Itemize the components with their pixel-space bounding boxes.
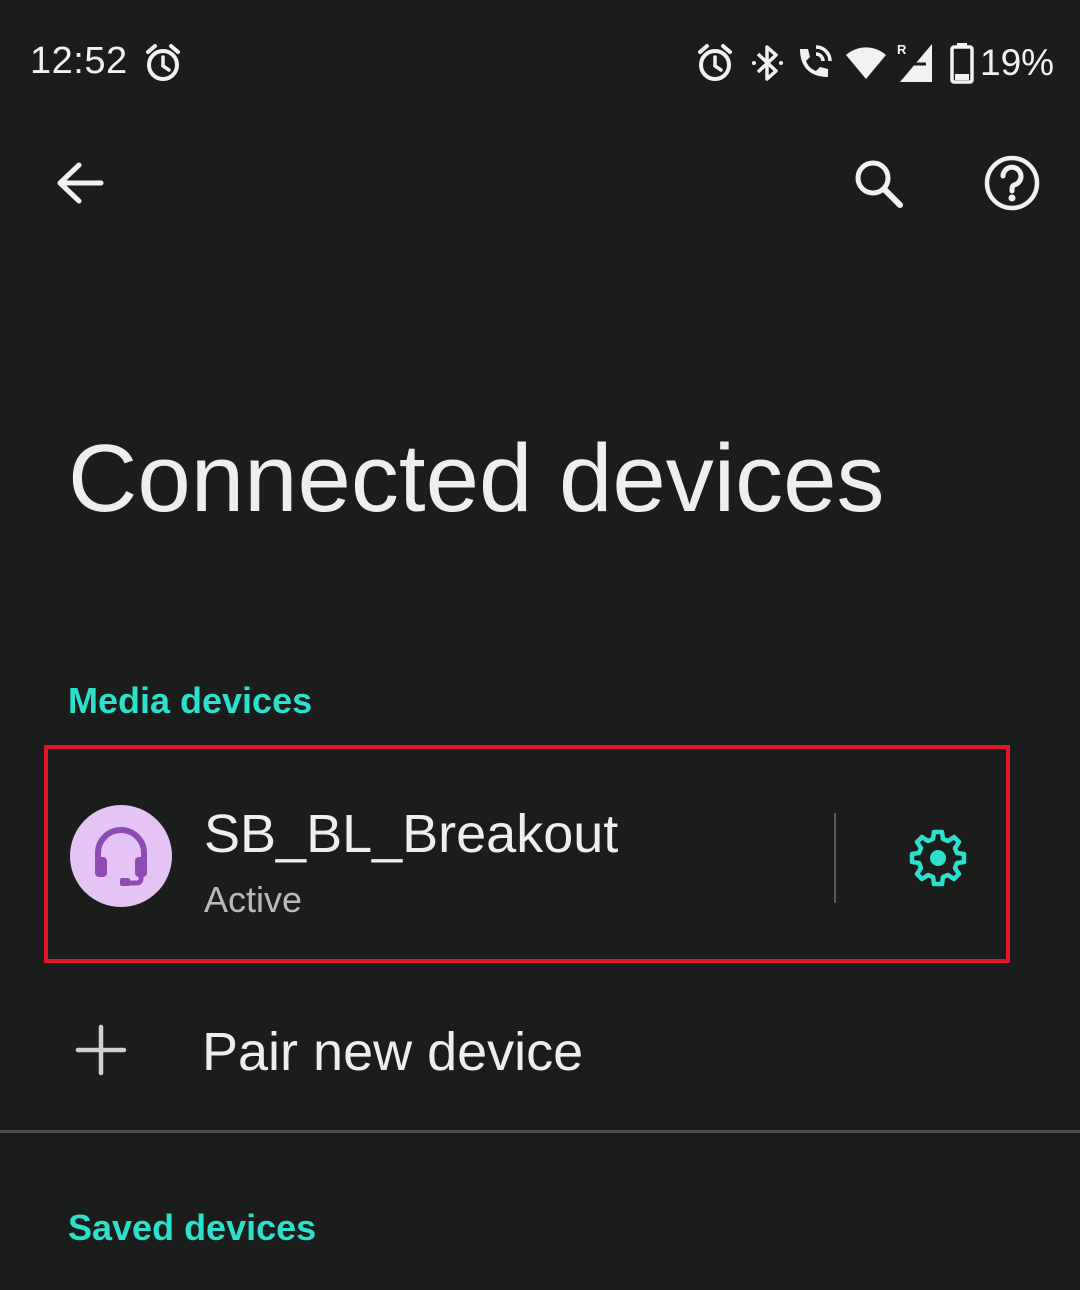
- page-title: Connected devices: [68, 425, 885, 532]
- top-app-bar: [0, 140, 1080, 230]
- alarm-icon: [144, 40, 182, 86]
- arrow-back-icon: [57, 162, 104, 204]
- battery-percentage: 19%: [980, 42, 1055, 83]
- plus-icon: [75, 1024, 127, 1076]
- headset-icon: [95, 827, 147, 886]
- battery-icon: [950, 40, 974, 86]
- pair-new-device-label: Pair new device: [202, 1022, 584, 1082]
- help-button[interactable]: [972, 140, 1052, 226]
- gear-icon: [909, 829, 967, 887]
- help-icon: [984, 155, 1040, 211]
- pair-new-device-item[interactable]: Pair new device: [0, 985, 1080, 1125]
- svg-text:R: R: [897, 42, 907, 57]
- wifi-calling-icon: [794, 40, 834, 86]
- saved-devices-header: Saved devices: [68, 1207, 317, 1248]
- divider: [834, 813, 836, 903]
- device-settings-button[interactable]: [898, 823, 978, 893]
- device-status: Active: [204, 879, 303, 920]
- media-devices-header: Media devices: [68, 680, 313, 721]
- section-divider: [0, 1130, 1080, 1133]
- alarm-icon: [696, 40, 734, 86]
- connected-devices-screen: 12:52 R 19% Connected devices Media devi…: [0, 0, 1080, 1290]
- avatar: [70, 805, 172, 907]
- device-list-item[interactable]: SB_BL_Breakout Active: [44, 745, 1010, 963]
- back-button[interactable]: [40, 140, 120, 226]
- wifi-icon: [844, 40, 888, 86]
- bluetooth-icon: [752, 40, 784, 86]
- search-icon: [855, 160, 903, 208]
- status-bar: 12:52 R 19%: [0, 0, 1080, 130]
- status-time: 12:52: [30, 40, 128, 82]
- device-name: SB_BL_Breakout: [204, 804, 619, 864]
- search-button[interactable]: [838, 140, 918, 226]
- signal-roaming-icon: R: [896, 40, 936, 86]
